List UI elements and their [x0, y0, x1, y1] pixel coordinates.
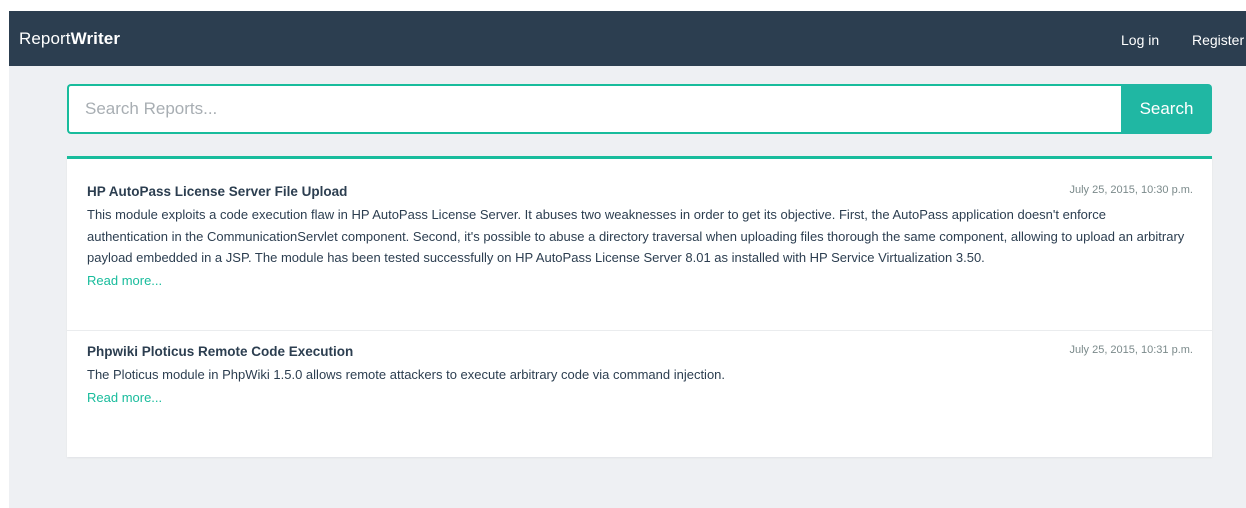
report-list-item: HP AutoPass License Server File Upload J… — [67, 183, 1212, 331]
report-date: July 25, 2015, 10:30 p.m. — [1069, 184, 1193, 196]
report-title[interactable]: Phpwiki Ploticus Remote Code Execution — [87, 344, 353, 360]
read-more-link[interactable]: Read more... — [87, 271, 162, 291]
report-date: July 25, 2015, 10:31 p.m. — [1069, 344, 1193, 356]
search-input[interactable] — [67, 84, 1121, 134]
search-button[interactable]: Search — [1121, 84, 1212, 134]
login-link[interactable]: Log in — [1121, 32, 1159, 48]
report-description: The Ploticus module in PhpWiki 1.5.0 all… — [87, 367, 726, 382]
brand-name-regular: Report — [19, 29, 71, 48]
brand-name-bold: Writer — [70, 29, 121, 48]
top-navbar: ReportWriter Log in Register — [9, 11, 1246, 66]
search-bar: Search — [67, 84, 1212, 134]
register-link[interactable]: Register — [1192, 32, 1244, 48]
brand-logo[interactable]: ReportWriter — [19, 29, 120, 49]
reports-list-panel: HP AutoPass License Server File Upload J… — [67, 156, 1212, 457]
read-more-link[interactable]: Read more... — [87, 388, 162, 408]
app-window: ReportWriter Log in Register Search HP A… — [9, 11, 1246, 508]
report-list-item: Phpwiki Ploticus Remote Code Execution J… — [67, 343, 1212, 408]
report-description: This module exploits a code execution fl… — [87, 207, 1185, 265]
report-title[interactable]: HP AutoPass License Server File Upload — [87, 184, 347, 200]
